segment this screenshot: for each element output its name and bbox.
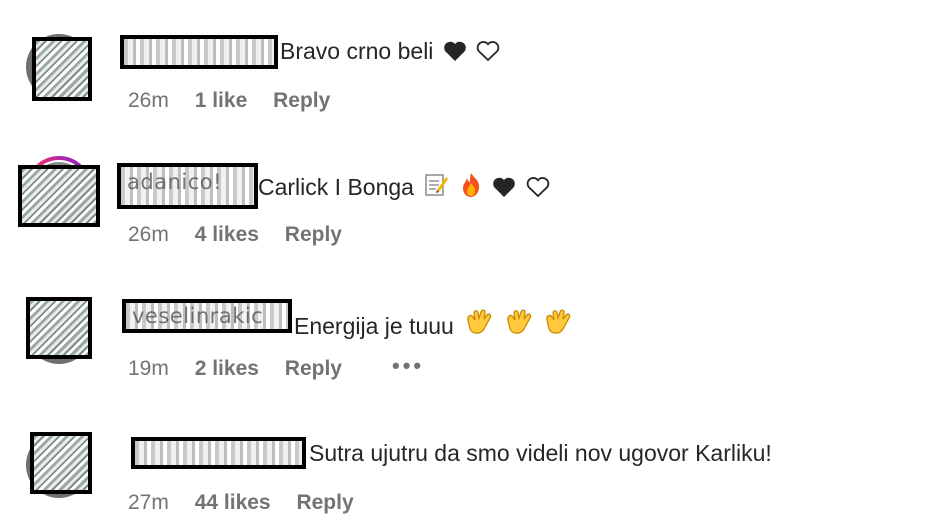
likes-count[interactable]: 4 likes (195, 223, 259, 246)
reply-button[interactable]: Reply (285, 223, 342, 246)
clapping-hands-icon (463, 307, 493, 343)
likes-count[interactable]: 2 likes (195, 357, 259, 380)
timestamp: 26m (128, 223, 169, 246)
comment-body: Carlick I Bonga (258, 174, 414, 200)
comment-meta: 27m 44 likes Reply (128, 491, 374, 515)
comment-text: Energija je tuuu (294, 307, 572, 343)
timestamp: 27m (128, 491, 169, 514)
likes-count[interactable]: 44 likes (195, 491, 271, 514)
comment-body: Sutra ujutru da smo videli nov ugovor Ka… (309, 440, 772, 466)
timestamp: 19m (128, 357, 169, 380)
username-censor-box[interactable] (131, 437, 306, 469)
comment-item: Sutra ujutru da smo videli nov ugovor Ka… (0, 0, 930, 514)
reply-button[interactable]: Reply (285, 357, 342, 380)
comment-meta: 26m 4 likes Reply (128, 223, 362, 247)
username-partial: veselinrakic (132, 304, 264, 328)
avatar-censor-box (26, 297, 92, 359)
username-censor-box[interactable]: adanico! (117, 163, 258, 209)
comment-body: Energija je tuuu (294, 313, 454, 339)
memo-icon (423, 172, 449, 204)
username-censor-box[interactable]: veselinrakic (122, 299, 292, 333)
avatar-censor-box (30, 432, 92, 494)
clapping-hands-icon (503, 307, 533, 343)
username-partial: adanico! (127, 170, 223, 194)
comment-meta: 19m 2 likes Reply (128, 357, 362, 381)
reply-button[interactable]: Reply (296, 491, 353, 514)
comment-list: Bravo crno beli 26m 1 like Reply adanico… (0, 0, 930, 528)
white-heart-icon (526, 176, 550, 204)
more-options-icon[interactable]: ••• (392, 353, 424, 379)
clapping-hands-icon (542, 307, 572, 343)
comment-text: Sutra ujutru da smo videli nov ugovor Ka… (309, 440, 772, 467)
comment-text: Carlick I Bonga (258, 172, 550, 204)
avatar-censor-box (18, 165, 100, 227)
fire-icon (459, 172, 483, 204)
black-heart-icon (492, 176, 516, 204)
